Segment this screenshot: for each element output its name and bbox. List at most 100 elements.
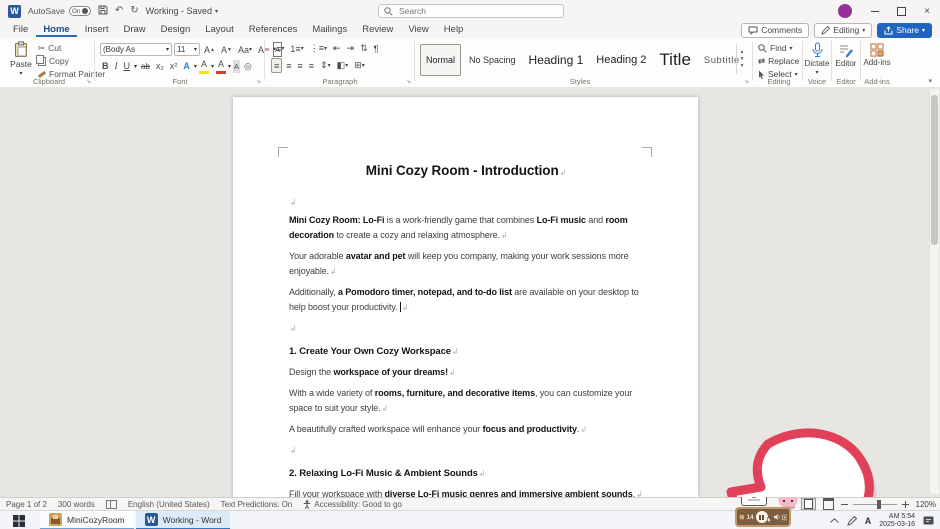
search-box[interactable] [378, 4, 564, 18]
show-marks-button[interactable]: ¶ [372, 42, 381, 55]
undo-button[interactable]: ↶ [115, 6, 123, 16]
font-size-combo[interactable]: 11▾ [174, 43, 200, 56]
text-effects-menu[interactable]: ▾ [194, 63, 197, 70]
bullets-button[interactable]: •≡▾ [271, 42, 286, 55]
tab-layout[interactable]: Layout [198, 23, 241, 37]
style-normal[interactable]: Normal [420, 44, 461, 76]
accessibility-status[interactable]: Accessibility: Good to go [303, 500, 402, 509]
save-button[interactable] [98, 5, 108, 18]
paragraph-body[interactable]: A beautifully crafted workspace will enh… [289, 422, 643, 437]
paragraph-empty[interactable]: ↲ [289, 195, 643, 208]
italic-button[interactable]: I [113, 60, 120, 73]
page-indicator[interactable]: Page 1 of 2 [6, 500, 47, 509]
editor-button[interactable]: Editor [834, 43, 858, 68]
underline-button[interactable]: U [122, 60, 133, 73]
dictate-button[interactable]: Dictate ▾ [805, 42, 829, 76]
numbering-button[interactable]: 1≡▾ [288, 42, 305, 55]
tab-insert[interactable]: Insert [78, 23, 116, 37]
autosave-toggle[interactable]: On [69, 6, 91, 16]
paragraph-body[interactable]: Your adorable avatar and pet will keep y… [289, 249, 643, 279]
paragraph-body[interactable]: With a wide variety of rooms, furniture,… [289, 386, 643, 416]
paragraph-dialog-launcher[interactable]: ↘ [406, 78, 411, 85]
tab-file[interactable]: File [6, 23, 35, 37]
print-layout-button[interactable] [801, 498, 816, 510]
paragraph-empty[interactable]: ↲ [289, 321, 643, 334]
windows-ink-pen-icon[interactable] [847, 516, 857, 526]
style-heading-2[interactable]: Heading 2 [591, 45, 651, 75]
action-center-icon[interactable] [923, 515, 934, 526]
document-page[interactable]: Mini Cozy Room - Introduction↲↲Mini Cozy… [233, 97, 698, 497]
style-heading-1[interactable]: Heading 1 [524, 45, 589, 75]
zoom-level[interactable]: 120% [914, 500, 936, 509]
text-effects-button[interactable]: A [181, 60, 192, 73]
game-volume-icon[interactable] [774, 512, 780, 522]
hidden-icons-chevron[interactable] [830, 518, 839, 523]
underline-menu[interactable]: ▾ [134, 63, 137, 70]
word-count[interactable]: 300 words [58, 500, 95, 509]
autosave-control[interactable]: AutoSave On [28, 6, 91, 16]
find-button[interactable]: Find ▾ [758, 42, 793, 54]
change-case-button[interactable]: Aa▾ [236, 43, 254, 56]
bold-button[interactable]: B [100, 60, 111, 73]
font-color-button[interactable]: A [216, 58, 226, 74]
paragraph-body[interactable]: Fill your workspace with diverse Lo-Fi m… [289, 487, 643, 497]
web-layout-button[interactable] [821, 498, 836, 510]
proofing-button[interactable] [106, 500, 117, 509]
align-right-button[interactable]: ≡ [296, 59, 305, 72]
redo-button[interactable]: ↻ [130, 6, 138, 16]
start-button[interactable] [0, 511, 38, 529]
increase-indent-button[interactable]: ⇥ [345, 42, 357, 55]
tab-home[interactable]: Home [36, 23, 76, 37]
highlight-button[interactable]: A [199, 58, 209, 74]
tab-references[interactable]: References [242, 23, 305, 37]
tab-mailings[interactable]: Mailings [305, 23, 354, 37]
styles-more-button[interactable]: ▲▼▼ [736, 44, 747, 74]
add-ins-button[interactable]: Add-ins [863, 43, 891, 67]
subscript-button[interactable]: x₂ [154, 60, 166, 73]
borders-button[interactable]: ⊞▾ [352, 59, 367, 72]
ime-language-indicator[interactable]: A [865, 516, 872, 526]
close-button[interactable]: × [914, 0, 940, 22]
paragraph-heading[interactable]: 2. Relaxing Lo-Fi Music & Ambient Sounds… [289, 466, 643, 481]
zoom-out-button[interactable] [841, 504, 848, 505]
tab-design[interactable]: Design [154, 23, 198, 37]
replace-button[interactable]: ⇄ Replace [758, 55, 799, 67]
font-name-combo[interactable]: (Body As▾ [100, 43, 172, 56]
taskbar-item-minicozyroom[interactable]: MiniCozyRoom [40, 511, 134, 529]
search-input[interactable] [397, 5, 541, 17]
paragraph-heading[interactable]: 1. Create Your Own Cozy Workspace↲ [289, 344, 643, 359]
justify-button[interactable]: ≡ [307, 59, 316, 72]
character-shading-button[interactable]: A [233, 60, 240, 73]
comments-button[interactable]: Comments [741, 23, 809, 38]
zoom-slider-thumb[interactable] [877, 500, 881, 509]
shrink-font-button[interactable]: A▼ [219, 43, 234, 56]
collapse-ribbon-button[interactable]: ▾ [928, 77, 932, 85]
shading-button[interactable]: ◧▾ [335, 59, 351, 72]
language-indicator[interactable]: English (United States) [128, 500, 210, 509]
tab-draw[interactable]: Draw [116, 23, 152, 37]
align-center-button[interactable]: ≡ [284, 59, 293, 72]
grow-font-button[interactable]: A▲ [202, 43, 217, 56]
multilevel-list-button[interactable]: ⋮≡▾ [308, 42, 329, 55]
tab-view[interactable]: View [401, 23, 435, 37]
taskbar-item-word[interactable]: W Working - Word [136, 511, 231, 529]
style-no-spacing[interactable]: No Spacing [464, 45, 521, 75]
paste-button[interactable]: Paste ▾ [6, 41, 36, 81]
highlight-menu[interactable]: ▾ [211, 63, 214, 70]
paragraph-body[interactable]: Additionally, a Pomodoro timer, notepad,… [289, 285, 643, 315]
minimize-button[interactable] [862, 0, 888, 22]
game-avatar-pet[interactable] [767, 483, 801, 510]
game-avatar-area[interactable] [741, 483, 801, 510]
line-spacing-button[interactable]: ⇕▾ [318, 59, 333, 72]
tab-review[interactable]: Review [355, 23, 400, 37]
paragraph-title[interactable]: Mini Cozy Room - Introduction↲ [289, 161, 643, 183]
superscript-button[interactable]: x² [168, 60, 180, 73]
sort-button[interactable]: ⇅ [358, 42, 370, 55]
zoom-slider[interactable] [853, 504, 897, 505]
font-dialog-launcher[interactable]: ↘ [256, 78, 261, 85]
editing-mode-button[interactable]: Editing ▾ [814, 23, 872, 38]
paragraph-empty[interactable]: ↲ [289, 443, 643, 456]
styles-dialog-launcher[interactable]: ↘ [744, 78, 749, 85]
user-avatar[interactable] [838, 4, 852, 18]
strikethrough-button[interactable]: ab [139, 60, 152, 73]
